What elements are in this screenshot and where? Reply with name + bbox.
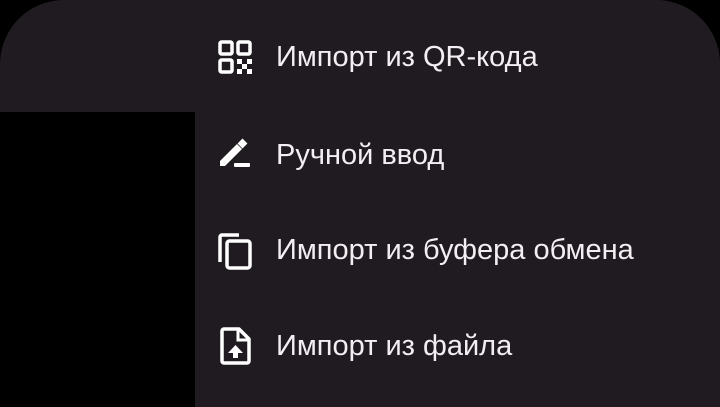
qr-code-icon <box>215 37 255 77</box>
copy-clipboard-icon <box>215 230 255 270</box>
import-menu: Импорт из QR-кода Ручной ввод Импорт из … <box>195 0 720 407</box>
menu-item-label: Импорт из файла <box>276 330 513 362</box>
menu-item-label: Ручной ввод <box>276 139 445 171</box>
menu-item-import-clipboard[interactable]: Импорт из буфера обмена <box>195 202 720 298</box>
menu-item-import-qr[interactable]: Импорт из QR-кода <box>195 9 720 105</box>
menu-item-manual-input[interactable]: Ручной ввод <box>195 107 720 203</box>
menu-item-label: Импорт из буфера обмена <box>276 234 634 266</box>
menu-item-label: Импорт из QR-кода <box>276 41 538 73</box>
edit-pencil-icon <box>215 135 255 175</box>
menu-item-import-file[interactable]: Импорт из файла <box>195 298 720 394</box>
screen: Импорт из QR-кода Ручной ввод Импорт из … <box>0 0 720 407</box>
file-upload-icon <box>215 326 255 366</box>
